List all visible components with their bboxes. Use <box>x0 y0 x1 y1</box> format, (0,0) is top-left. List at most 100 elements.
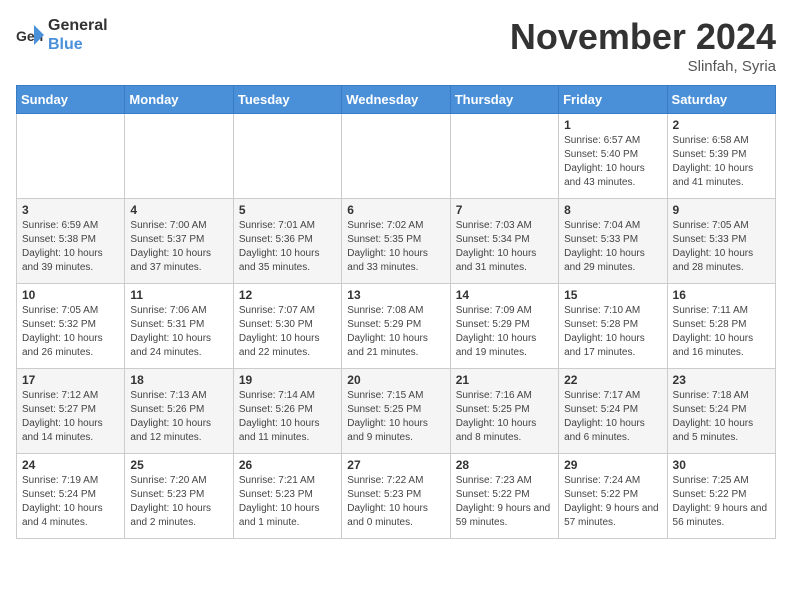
day-info: Sunrise: 7:25 AM Sunset: 5:22 PM Dayligh… <box>673 474 770 530</box>
day-number: 29 <box>564 458 661 472</box>
day-info: Sunrise: 7:23 AM Sunset: 5:22 PM Dayligh… <box>456 474 553 530</box>
day-info: Sunrise: 7:21 AM Sunset: 5:23 PM Dayligh… <box>239 474 336 530</box>
day-info: Sunrise: 7:15 AM Sunset: 5:25 PM Dayligh… <box>347 389 444 445</box>
calendar-header: SundayMondayTuesdayWednesdayThursdayFrid… <box>17 86 776 114</box>
calendar-cell: 13 Sunrise: 7:08 AM Sunset: 5:29 PM Dayli… <box>342 284 450 369</box>
calendar-cell: 3Sunrise: 6:59 AM Sunset: 5:38 PM Daylig… <box>17 199 125 284</box>
day-info: Sunrise: 7:09 AM Sunset: 5:29 PM Dayligh… <box>456 304 553 360</box>
day-info: Sunrise: 7:03 AM Sunset: 5:34 PM Dayligh… <box>456 219 553 275</box>
title-block: November 2024 Slinfah, Syria <box>510 16 776 75</box>
day-number: 24 <box>22 458 119 472</box>
calendar-week-row: 24Sunrise: 7:19 AM Sunset: 5:24 PM Dayli… <box>17 454 776 539</box>
day-number: 2 <box>673 118 770 132</box>
day-info: Sunrise: 7:04 AM Sunset: 5:33 PM Dayligh… <box>564 219 661 275</box>
day-info: Sunrise: 7:01 AM Sunset: 5:36 PM Dayligh… <box>239 219 336 275</box>
day-info: Sunrise: 7:11 AM Sunset: 5:28 PM Dayligh… <box>673 304 770 360</box>
day-info: Sunrise: 7:24 AM Sunset: 5:22 PM Dayligh… <box>564 474 661 530</box>
calendar-cell: 18Sunrise: 7:13 AM Sunset: 5:26 PM Dayli… <box>125 369 233 454</box>
day-info: Sunrise: 6:57 AM Sunset: 5:40 PM Dayligh… <box>564 134 661 190</box>
logo-icon: Gen <box>16 21 44 49</box>
month-title: November 2024 <box>510 16 776 58</box>
calendar-cell: 24Sunrise: 7:19 AM Sunset: 5:24 PM Dayli… <box>17 454 125 539</box>
day-info: Sunrise: 7:06 AM Sunset: 5:31 PM Dayligh… <box>130 304 227 360</box>
day-info: Sunrise: 7:16 AM Sunset: 5:25 PM Dayligh… <box>456 389 553 445</box>
calendar-cell: 20 Sunrise: 7:15 AM Sunset: 5:25 PM Dayli… <box>342 369 450 454</box>
day-info: Sunrise: 6:59 AM Sunset: 5:38 PM Dayligh… <box>22 219 119 275</box>
day-number: 17 <box>22 373 119 387</box>
calendar-week-row: 17 Sunrise: 7:12 AM Sunset: 5:27 PM Dayli… <box>17 369 776 454</box>
day-info: Sunrise: 7:00 AM Sunset: 5:37 PM Dayligh… <box>130 219 227 275</box>
calendar-cell: 30 Sunrise: 7:25 AM Sunset: 5:22 PM Dayli… <box>667 454 775 539</box>
logo: Gen General Blue <box>16 16 108 54</box>
calendar-cell: 4 Sunrise: 7:00 AM Sunset: 5:37 PM Daylig… <box>125 199 233 284</box>
day-number: 30 <box>673 458 770 472</box>
day-number: 27 <box>347 458 444 472</box>
day-info: Sunrise: 7:10 AM Sunset: 5:28 PM Dayligh… <box>564 304 661 360</box>
day-number: 21 <box>456 373 553 387</box>
calendar-cell: 21 Sunrise: 7:16 AM Sunset: 5:25 PM Dayli… <box>450 369 558 454</box>
day-number: 28 <box>456 458 553 472</box>
page-header: Gen General Blue November 2024 Slinfah, … <box>16 16 776 75</box>
weekday-header: Sunday <box>17 86 125 114</box>
day-number: 13 <box>347 288 444 302</box>
day-info: Sunrise: 7:08 AM Sunset: 5:29 PM Dayligh… <box>347 304 444 360</box>
day-number: 6 <box>347 203 444 217</box>
calendar-cell: 16 Sunrise: 7:11 AM Sunset: 5:28 PM Dayli… <box>667 284 775 369</box>
calendar-week-row: 1 Sunrise: 6:57 AM Sunset: 5:40 PM Daylig… <box>17 114 776 199</box>
day-number: 16 <box>673 288 770 302</box>
calendar-cell: 26Sunrise: 7:21 AM Sunset: 5:23 PM Dayli… <box>233 454 341 539</box>
calendar-cell: 7 Sunrise: 7:03 AM Sunset: 5:34 PM Daylig… <box>450 199 558 284</box>
day-number: 5 <box>239 203 336 217</box>
weekday-header: Tuesday <box>233 86 341 114</box>
day-info: Sunrise: 7:18 AM Sunset: 5:24 PM Dayligh… <box>673 389 770 445</box>
calendar-cell <box>125 114 233 199</box>
day-info: Sunrise: 7:12 AM Sunset: 5:27 PM Dayligh… <box>22 389 119 445</box>
day-number: 12 <box>239 288 336 302</box>
calendar-cell: 25Sunrise: 7:20 AM Sunset: 5:23 PM Dayli… <box>125 454 233 539</box>
calendar-cell: 14 Sunrise: 7:09 AM Sunset: 5:29 PM Dayli… <box>450 284 558 369</box>
calendar-cell: 9Sunrise: 7:05 AM Sunset: 5:33 PM Daylig… <box>667 199 775 284</box>
calendar-cell <box>233 114 341 199</box>
calendar-cell: 15 Sunrise: 7:10 AM Sunset: 5:28 PM Dayli… <box>559 284 667 369</box>
day-info: Sunrise: 7:07 AM Sunset: 5:30 PM Dayligh… <box>239 304 336 360</box>
weekday-header: Saturday <box>667 86 775 114</box>
calendar-week-row: 10 Sunrise: 7:05 AM Sunset: 5:32 PM Dayli… <box>17 284 776 369</box>
calendar-cell: 8Sunrise: 7:04 AM Sunset: 5:33 PM Daylig… <box>559 199 667 284</box>
weekday-header: Friday <box>559 86 667 114</box>
day-number: 1 <box>564 118 661 132</box>
calendar-cell <box>342 114 450 199</box>
day-number: 19 <box>239 373 336 387</box>
day-number: 10 <box>22 288 119 302</box>
calendar-cell: 23 Sunrise: 7:18 AM Sunset: 5:24 PM Dayli… <box>667 369 775 454</box>
day-info: Sunrise: 7:05 AM Sunset: 5:32 PM Dayligh… <box>22 304 119 360</box>
calendar-cell: 22Sunrise: 7:17 AM Sunset: 5:24 PM Dayli… <box>559 369 667 454</box>
calendar-cell: 2 Sunrise: 6:58 AM Sunset: 5:39 PM Daylig… <box>667 114 775 199</box>
logo-line2: Blue <box>48 35 108 54</box>
calendar-cell: 19 Sunrise: 7:14 AM Sunset: 5:26 PM Dayli… <box>233 369 341 454</box>
day-info: Sunrise: 7:17 AM Sunset: 5:24 PM Dayligh… <box>564 389 661 445</box>
location: Slinfah, Syria <box>510 58 776 75</box>
weekday-header: Monday <box>125 86 233 114</box>
calendar-cell: 29 Sunrise: 7:24 AM Sunset: 5:22 PM Dayli… <box>559 454 667 539</box>
weekday-header: Wednesday <box>342 86 450 114</box>
calendar-cell <box>17 114 125 199</box>
weekday-header: Thursday <box>450 86 558 114</box>
calendar-cell: 11Sunrise: 7:06 AM Sunset: 5:31 PM Dayli… <box>125 284 233 369</box>
day-info: Sunrise: 7:02 AM Sunset: 5:35 PM Dayligh… <box>347 219 444 275</box>
day-number: 4 <box>130 203 227 217</box>
calendar-cell: 6 Sunrise: 7:02 AM Sunset: 5:35 PM Daylig… <box>342 199 450 284</box>
calendar-cell: 1 Sunrise: 6:57 AM Sunset: 5:40 PM Daylig… <box>559 114 667 199</box>
day-number: 14 <box>456 288 553 302</box>
day-info: Sunrise: 7:14 AM Sunset: 5:26 PM Dayligh… <box>239 389 336 445</box>
calendar-cell: 27 Sunrise: 7:22 AM Sunset: 5:23 PM Dayli… <box>342 454 450 539</box>
day-number: 20 <box>347 373 444 387</box>
calendar-cell: 17 Sunrise: 7:12 AM Sunset: 5:27 PM Dayli… <box>17 369 125 454</box>
calendar-cell: 12 Sunrise: 7:07 AM Sunset: 5:30 PM Dayli… <box>233 284 341 369</box>
day-number: 7 <box>456 203 553 217</box>
day-info: Sunrise: 7:22 AM Sunset: 5:23 PM Dayligh… <box>347 474 444 530</box>
day-info: Sunrise: 6:58 AM Sunset: 5:39 PM Dayligh… <box>673 134 770 190</box>
day-number: 9 <box>673 203 770 217</box>
day-number: 15 <box>564 288 661 302</box>
day-number: 23 <box>673 373 770 387</box>
calendar-cell: 10 Sunrise: 7:05 AM Sunset: 5:32 PM Dayli… <box>17 284 125 369</box>
